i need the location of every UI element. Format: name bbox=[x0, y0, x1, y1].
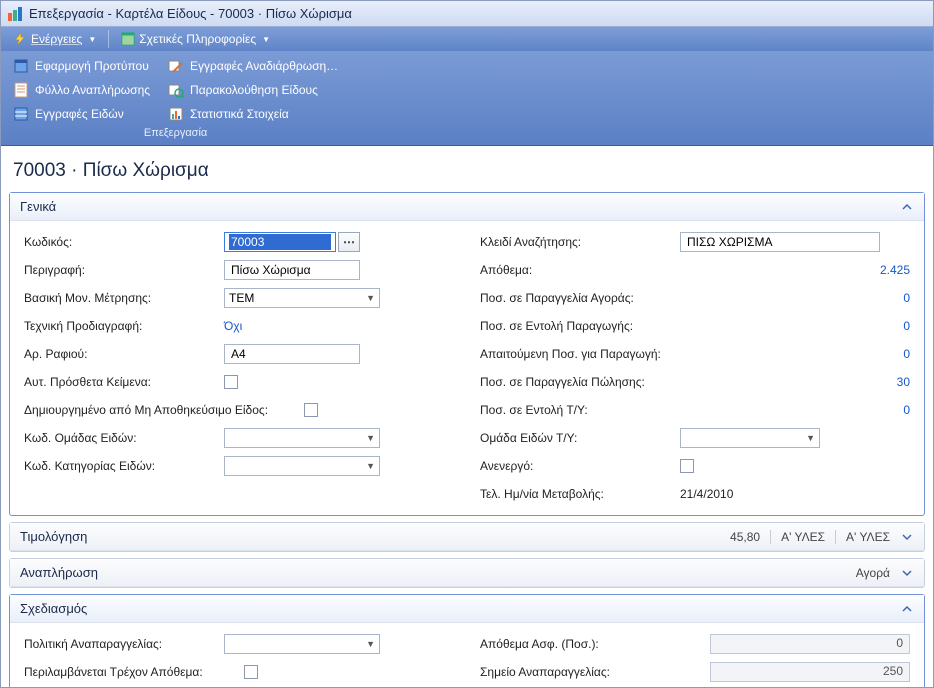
label-shelf: Αρ. Ραφιού: bbox=[24, 347, 224, 361]
inactive-checkbox[interactable] bbox=[680, 459, 694, 473]
shelf-field[interactable] bbox=[224, 344, 360, 364]
invoicing-summary-b: Α' ΥΛΕΣ bbox=[835, 530, 890, 544]
reclass-entries-button[interactable]: Εγγραφές Αναδιάρθρωση… bbox=[164, 55, 342, 77]
window-title: Επεξεργασία - Καρτέλα Είδους - 70003 · Π… bbox=[29, 6, 352, 21]
label-last-modified: Τελ. Ημ/νία Μεταβολής: bbox=[480, 487, 680, 501]
qty-on-transfer-link[interactable]: 0 bbox=[710, 403, 910, 417]
replenish-sheet-button[interactable]: Φύλλο Αναπλήρωσης bbox=[9, 79, 154, 101]
info-grid-icon bbox=[121, 32, 135, 46]
fasttab-planning: Σχεδιασμός Πολιτική Αναπαραγγελίας: ▼ bbox=[9, 594, 925, 687]
lightning-icon bbox=[13, 32, 27, 46]
chevron-down-icon: ▼ bbox=[364, 433, 377, 443]
chevron-down-icon: ▼ bbox=[88, 35, 96, 44]
ribbon-group-title: Επεξεργασία bbox=[9, 125, 342, 143]
description-field[interactable] bbox=[224, 260, 360, 280]
chevron-up-icon bbox=[900, 200, 914, 214]
fasttab-planning-header[interactable]: Σχεδιασμός bbox=[10, 595, 924, 623]
page-title: 70003 · Πίσω Χώρισμα bbox=[9, 154, 925, 192]
qty-on-prod-link[interactable]: 0 bbox=[710, 319, 910, 333]
chevron-down-icon: ▼ bbox=[364, 293, 377, 303]
chevron-down-icon: ▼ bbox=[262, 35, 270, 44]
qty-on-so-link[interactable]: 30 bbox=[710, 375, 910, 389]
chevron-down-icon: ▼ bbox=[364, 639, 377, 649]
label-item-category: Κωδ. Κατηγορίας Ειδών: bbox=[24, 459, 224, 473]
label-search-key: Κλειδί Αναζήτησης: bbox=[480, 235, 680, 249]
reorder-policy-combo[interactable]: ▼ bbox=[224, 634, 380, 654]
tech-spec-link[interactable]: Όχι bbox=[224, 319, 242, 333]
entries-icon bbox=[13, 106, 29, 122]
ribbon: Εφαρμογή Προτύπου Εγγραφές Αναδιάρθρωση…… bbox=[1, 51, 933, 146]
related-info-menu[interactable]: Σχετικές Πληροφορίες ▼ bbox=[115, 30, 276, 48]
label-reorder-point: Σημείο Αναπαραγγελίας: bbox=[480, 665, 680, 679]
item-group-combo[interactable]: ▼ bbox=[224, 428, 380, 448]
code-lookup-button[interactable]: ⋯ bbox=[338, 232, 360, 252]
stats-icon bbox=[168, 106, 184, 122]
label-req-for-prod: Απαιτούμενη Ποσ. για Παραγωγή: bbox=[480, 347, 700, 361]
label-description: Περιγραφή: bbox=[24, 263, 224, 277]
label-transfer-group: Ομάδα Ειδών Τ/Υ: bbox=[480, 431, 680, 445]
label-qty-on-po: Ποσ. σε Παραγγελία Αγοράς: bbox=[480, 291, 680, 305]
req-for-prod-link[interactable]: 0 bbox=[730, 347, 910, 361]
label-item-group: Κωδ. Ομάδας Ειδών: bbox=[24, 431, 224, 445]
label-tech-spec: Τεχνική Προδιαγραφή: bbox=[24, 319, 224, 333]
chevron-up-icon bbox=[900, 602, 914, 616]
label-include-inventory: Περιλαμβάνεται Τρέχον Απόθεμα: bbox=[24, 665, 244, 679]
chevron-down-icon bbox=[900, 566, 914, 580]
fasttab-replenish-header[interactable]: Αναπλήρωση Αγορά bbox=[10, 559, 924, 587]
chevron-down-icon: ▼ bbox=[804, 433, 817, 443]
reorder-point-field[interactable]: 250 bbox=[710, 662, 910, 682]
label-qty-on-transfer: Ποσ. σε Εντολή Τ/Υ: bbox=[480, 403, 680, 417]
toolbar: Ενέργειες ▼ Σχετικές Πληροφορίες ▼ bbox=[1, 27, 933, 51]
label-code: Κωδικός: bbox=[24, 235, 224, 249]
reclass-icon bbox=[168, 58, 184, 74]
fasttab-replenish: Αναπλήρωση Αγορά bbox=[9, 558, 925, 588]
base-uom-combo[interactable]: TEM ▼ bbox=[224, 288, 380, 308]
auto-ext-texts-checkbox[interactable] bbox=[224, 375, 238, 389]
ribbon-group-edit: Εφαρμογή Προτύπου Εγγραφές Αναδιάρθρωση…… bbox=[1, 51, 350, 145]
template-icon bbox=[13, 58, 29, 74]
item-category-combo[interactable]: ▼ bbox=[224, 456, 380, 476]
fasttab-invoicing-header[interactable]: Τιμολόγηση 45,80 Α' ΥΛΕΣ Α' ΥΛΕΣ bbox=[10, 523, 924, 551]
label-qty-on-prod: Ποσ. σε Εντολή Παραγωγής: bbox=[480, 319, 680, 333]
label-reorder-policy: Πολιτική Αναπαραγγελίας: bbox=[24, 637, 224, 651]
titlebar: Επεξεργασία - Καρτέλα Είδους - 70003 · Π… bbox=[1, 1, 933, 27]
fasttab-invoicing: Τιμολόγηση 45,80 Α' ΥΛΕΣ Α' ΥΛΕΣ bbox=[9, 522, 925, 552]
content-area: 70003 · Πίσω Χώρισμα Γενικά Κωδικός: ⋯ bbox=[1, 146, 933, 687]
transfer-group-combo[interactable]: ▼ bbox=[680, 428, 820, 448]
label-inventory: Απόθεμα: bbox=[480, 263, 680, 277]
sheet-icon bbox=[13, 82, 29, 98]
label-qty-on-so: Ποσ. σε Παραγγελία Πώλησης: bbox=[480, 375, 680, 389]
item-entries-button[interactable]: Εγγραφές Ειδών bbox=[9, 103, 154, 125]
invoicing-summary-a: Α' ΥΛΕΣ bbox=[770, 530, 825, 544]
chevron-down-icon: ▼ bbox=[364, 461, 377, 471]
apply-template-button[interactable]: Εφαρμογή Προτύπου bbox=[9, 55, 154, 77]
label-auto-ext-texts: Αυτ. Πρόσθετα Κείμενα: bbox=[24, 375, 224, 389]
window: Επεξεργασία - Καρτέλα Είδους - 70003 · Π… bbox=[0, 0, 934, 688]
qty-on-po-link[interactable]: 0 bbox=[710, 291, 910, 305]
app-icon bbox=[7, 6, 23, 22]
code-field[interactable] bbox=[224, 232, 336, 252]
tracking-icon bbox=[168, 82, 184, 98]
created-nonstock-checkbox[interactable] bbox=[304, 403, 318, 417]
label-safety-stock: Απόθεμα Ασφ. (Ποσ.): bbox=[480, 637, 680, 651]
statistics-button[interactable]: Στατιστικά Στοιχεία bbox=[164, 103, 342, 125]
label-inactive: Ανενεργό: bbox=[480, 459, 680, 473]
invoicing-summary-price: 45,80 bbox=[730, 530, 760, 544]
label-base-uom: Βασική Μον. Μέτρησης: bbox=[24, 291, 224, 305]
label-created-nonstock: Δημιουργημένο από Μη Αποθηκεύσιμο Είδος: bbox=[24, 403, 304, 417]
include-inventory-checkbox[interactable] bbox=[244, 665, 258, 679]
toolbar-separator bbox=[108, 30, 109, 48]
item-tracking-button[interactable]: Παρακολούθηση Είδους bbox=[164, 79, 342, 101]
fasttab-general: Γενικά Κωδικός: ⋯ Περιγραφή bbox=[9, 192, 925, 516]
safety-stock-field[interactable]: 0 bbox=[710, 634, 910, 654]
search-key-field[interactable] bbox=[680, 232, 880, 252]
inventory-link[interactable]: 2.425 bbox=[710, 263, 910, 277]
replenish-summary: Αγορά bbox=[856, 566, 890, 580]
last-modified-value: 21/4/2010 bbox=[680, 487, 733, 501]
actions-menu[interactable]: Ενέργειες ▼ bbox=[7, 30, 102, 48]
chevron-down-icon bbox=[900, 530, 914, 544]
fasttab-general-header[interactable]: Γενικά bbox=[10, 193, 924, 221]
